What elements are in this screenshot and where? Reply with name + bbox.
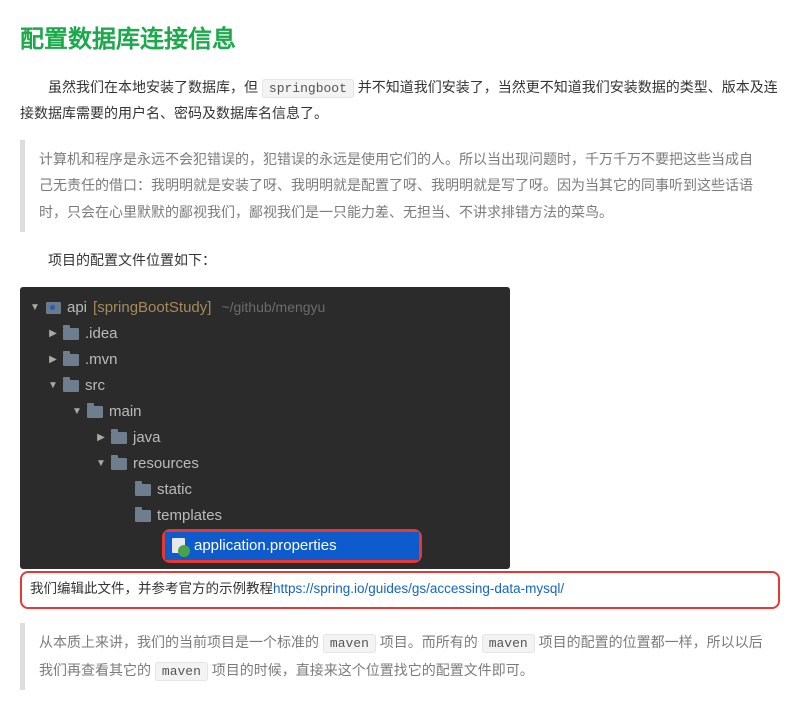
- root-project: [springBootStudy]: [93, 294, 211, 321]
- text: 项目的时候，直接来这个位置找它的配置文件即可。: [212, 662, 534, 678]
- module-icon: [44, 299, 62, 317]
- chevron-down-icon: [46, 377, 60, 395]
- inline-code-maven: maven: [482, 634, 535, 653]
- tree-label: resources: [133, 450, 199, 477]
- tree-row-resources: resources: [20, 451, 510, 477]
- tree-label: .mvn: [85, 346, 118, 373]
- chevron-down-icon: [94, 455, 108, 473]
- folder-icon: [62, 325, 80, 343]
- chevron-right-icon: [94, 429, 108, 447]
- tree-label: templates: [157, 502, 222, 529]
- caption-highlight-box: 我们编辑此文件，并参考官方的示例教程https://spring.io/guid…: [20, 571, 780, 609]
- folder-icon: [62, 377, 80, 395]
- folder-icon: [86, 403, 104, 421]
- inline-code-maven: maven: [323, 634, 376, 653]
- tree-row-idea: .idea: [20, 321, 510, 347]
- folder-icon: [110, 455, 128, 473]
- tree-row-static: static: [20, 477, 510, 503]
- text: 虽然我们在本地安装了数据库，但: [48, 79, 262, 95]
- section-heading: 配置数据库连接信息: [20, 18, 780, 61]
- tree-label: java: [133, 424, 161, 451]
- text: 项目。而所有的: [380, 634, 482, 650]
- folder-icon: [134, 507, 152, 525]
- quote-text: 计算机和程序是永远不会犯错误的，犯错误的永远是使用它们的人。所以当出现问题时，千…: [39, 151, 753, 220]
- tree-label: static: [157, 476, 192, 503]
- tree-row-templates: templates: [20, 503, 510, 529]
- chevron-right-icon: [46, 325, 60, 343]
- tree-row-mvn: .mvn: [20, 347, 510, 373]
- tree-row-src: src: [20, 373, 510, 399]
- blockquote-advice: 计算机和程序是永远不会犯错误的，犯错误的永远是使用它们的人。所以当出现问题时，千…: [20, 140, 780, 232]
- blockquote-maven: 从本质上来讲，我们的当前项目是一个标准的 maven 项目。而所有的 maven…: [20, 623, 780, 690]
- chevron-down-icon: [28, 299, 42, 317]
- folder-icon: [110, 429, 128, 447]
- tree-label: main: [109, 398, 142, 425]
- selected-file-highlight: application.properties: [162, 529, 422, 563]
- tree-row-main: main: [20, 399, 510, 425]
- folder-icon: [62, 351, 80, 369]
- text: 从本质上来讲，我们的当前项目是一个标准的: [39, 634, 323, 650]
- properties-file-icon: [171, 537, 189, 555]
- tree-row-application-properties: application.properties: [165, 532, 419, 560]
- config-location-line: 项目的配置文件位置如下：: [20, 248, 780, 273]
- tree-root-row: api [springBootStudy] ~/github/mengyu: [20, 295, 510, 321]
- tree-row-java: java: [20, 425, 510, 451]
- selected-file-label: application.properties: [194, 532, 337, 559]
- paragraph-1: 虽然我们在本地安装了数据库，但 springboot 并不知道我们安装了，当然更…: [20, 75, 780, 126]
- tree-label: .idea: [85, 320, 118, 347]
- caption-text: 我们编辑此文件，并参考官方的示例教程: [30, 581, 273, 596]
- root-name: api: [67, 294, 87, 321]
- inline-code-maven: maven: [155, 662, 208, 681]
- chevron-down-icon: [70, 403, 84, 421]
- chevron-right-icon: [46, 351, 60, 369]
- folder-icon: [134, 481, 152, 499]
- tutorial-link[interactable]: https://spring.io/guides/gs/accessing-da…: [273, 581, 564, 596]
- inline-code-springboot: springboot: [262, 79, 354, 98]
- tree-label: src: [85, 372, 105, 399]
- root-path: ~/github/mengyu: [221, 295, 325, 320]
- ide-project-tree: api [springBootStudy] ~/github/mengyu .i…: [20, 287, 510, 569]
